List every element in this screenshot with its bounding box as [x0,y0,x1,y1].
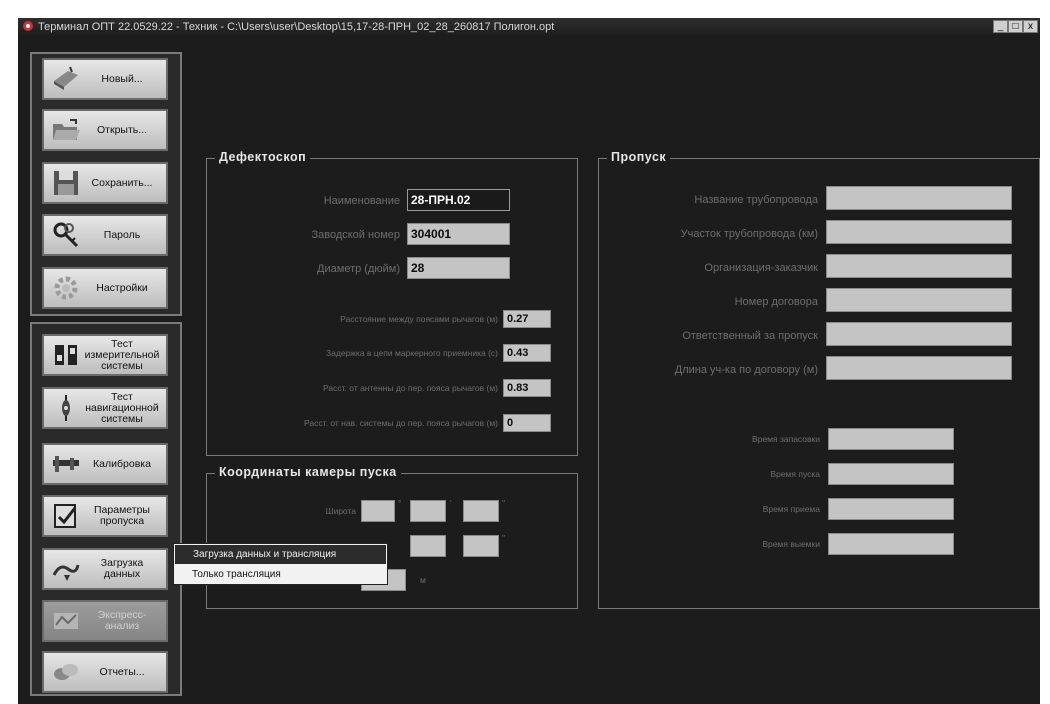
measure-test-button[interactable]: Тест измерительной системы [42,334,168,376]
reports-button[interactable]: Отчеты... [42,651,168,693]
pipeline-section-input[interactable] [826,220,1012,244]
nav-test-button[interactable]: Тест навигационной системы [42,387,168,429]
longitude-sec-mark: " [502,533,506,543]
height-unit: м [420,575,426,585]
length-input[interactable] [826,356,1012,380]
loading-time-input[interactable] [828,428,954,450]
window-titlebar: Терминал ОПТ 22.0529.22 - Техник - C:\Us… [18,18,1040,36]
longitude-min-input[interactable] [410,535,446,557]
nav-test-icon [62,395,70,421]
loading-time-label: Время запасовки [752,434,820,444]
contract-input[interactable] [826,288,1012,312]
latitude-label: Широта [325,506,356,516]
minimize-button[interactable]: _ [993,20,1008,33]
serial-input[interactable]: 304001 [407,223,510,245]
download-data-icon [52,564,80,581]
measure-test-button-label: Тест измерительной системы [84,337,160,372]
new-file-icon [54,66,78,90]
extract-time-input[interactable] [828,533,954,555]
open-button[interactable]: Открыть... [42,109,168,151]
lever-distance-input[interactable]: 0.27 [503,310,551,328]
scan-margin-left [0,0,18,704]
new-button[interactable]: Новый... [42,58,168,100]
name-label: Наименование [323,195,400,207]
customer-input[interactable] [826,254,1012,278]
file-toolbar: Новый... Открыть... Сохранить... Пароль … [30,52,182,316]
menu-item-load-and-stream[interactable]: Загрузка данных и трансляция [175,545,386,564]
window-controls: _ □ x [993,20,1038,33]
save-disk-icon [54,171,78,195]
length-label: Длина уч-ка по договору (м) [674,364,818,376]
data-load-button-label: Загрузка данных [100,557,144,580]
pass-legend: Пропуск [607,150,671,164]
receive-time-input[interactable] [828,498,954,520]
maximize-button[interactable]: □ [1008,20,1023,33]
operations-toolbar: Тест измерительной системы Тест навигаци… [30,322,182,696]
express-analysis-icon [54,613,78,629]
serial-label: Заводской номер [311,229,400,241]
password-button[interactable]: Пароль [42,214,168,256]
receive-time-label: Время приема [762,504,820,514]
caliper-icon [53,456,79,472]
window-title: Терминал ОПТ 22.0529.22 - Техник - C:\Us… [38,21,555,33]
params-icon [54,504,77,528]
marker-delay-label: Задержка в цепи маркерного приемника (с) [325,348,498,358]
latitude-min-input[interactable] [410,500,446,522]
scan-margin-top [0,0,1050,18]
settings-button-label: Настройки [96,281,148,294]
diameter-input[interactable]: 28 [407,257,510,279]
open-folder-icon [53,119,80,140]
responsible-label: Ответственный за пропуск [682,330,818,342]
latitude-sec-input[interactable] [463,500,499,522]
defectoscope-legend: Дефектоскоп [215,150,311,164]
close-button[interactable]: x [1023,20,1038,33]
measure-test-icon [55,345,77,365]
pass-params-button[interactable]: Параметры пропуска [42,495,168,537]
launch-time-label: Время пуска [770,469,820,479]
express-analysis-button-label: Экспресс-анализ [97,609,147,632]
longitude-sec-input[interactable] [463,535,499,557]
lever-distance-label: Расстояние между поясами рычагов (м) [340,314,498,324]
calibration-button-label: Калибровка [93,457,151,470]
latitude-deg-mark: ° [398,498,402,508]
save-button-label: Сохранить... [91,176,153,189]
menu-item-stream-only[interactable]: Только трансляция [174,565,387,584]
nav-distance-input[interactable]: 0 [503,414,551,432]
latitude-sec-mark: " [502,498,506,508]
settings-button[interactable]: Настройки [42,267,168,309]
antenna-distance-input[interactable]: 0.83 [503,379,551,397]
marker-delay-input[interactable]: 0.43 [503,344,551,362]
calibration-button[interactable]: Калибровка [42,443,168,485]
launch-coords-legend: Координаты камеры пуска [215,465,401,479]
reports-button-label: Отчеты... [99,665,145,678]
nav-test-button-label: Тест навигационной системы [85,390,159,425]
open-button-label: Открыть... [97,123,147,136]
pipeline-name-input[interactable] [826,186,1012,210]
express-analysis-button: Экспресс-анализ [42,600,168,642]
contract-label: Номер договора [734,296,818,308]
nav-distance-label: Расст. от нав. системы до пер. пояса рыч… [304,418,498,428]
pipeline-section-label: Участок трубопровода (км) [680,228,818,240]
responsible-input[interactable] [826,322,1012,346]
password-button-label: Пароль [103,228,141,241]
launch-time-input[interactable] [828,463,954,485]
pipeline-name-label: Название трубопровода [694,194,818,206]
latitude-min-mark: ' [450,498,452,508]
diameter-label: Диаметр (дюйм) [317,263,400,275]
app-icon [23,21,33,31]
name-input[interactable]: 28-ПРН.02 [407,189,510,211]
settings-gear-icon [54,276,78,300]
save-button[interactable]: Сохранить... [42,162,168,204]
data-load-context-menu: Загрузка данных и трансляция Только тран… [173,543,388,585]
customer-label: Организация-заказчик [704,262,818,274]
pass-params-button-label: Параметры пропуска [94,504,150,527]
keys-icon [53,222,79,248]
scan-margin-right [1040,0,1050,704]
antenna-distance-label: Расст. от антенны до пер. пояса рычагов … [322,383,498,393]
extract-time-label: Время выемки [762,539,820,549]
data-load-button[interactable]: Загрузка данных [42,548,168,590]
new-button-label: Новый... [101,72,143,85]
reports-icon [54,664,78,680]
latitude-deg-input[interactable] [361,500,395,522]
